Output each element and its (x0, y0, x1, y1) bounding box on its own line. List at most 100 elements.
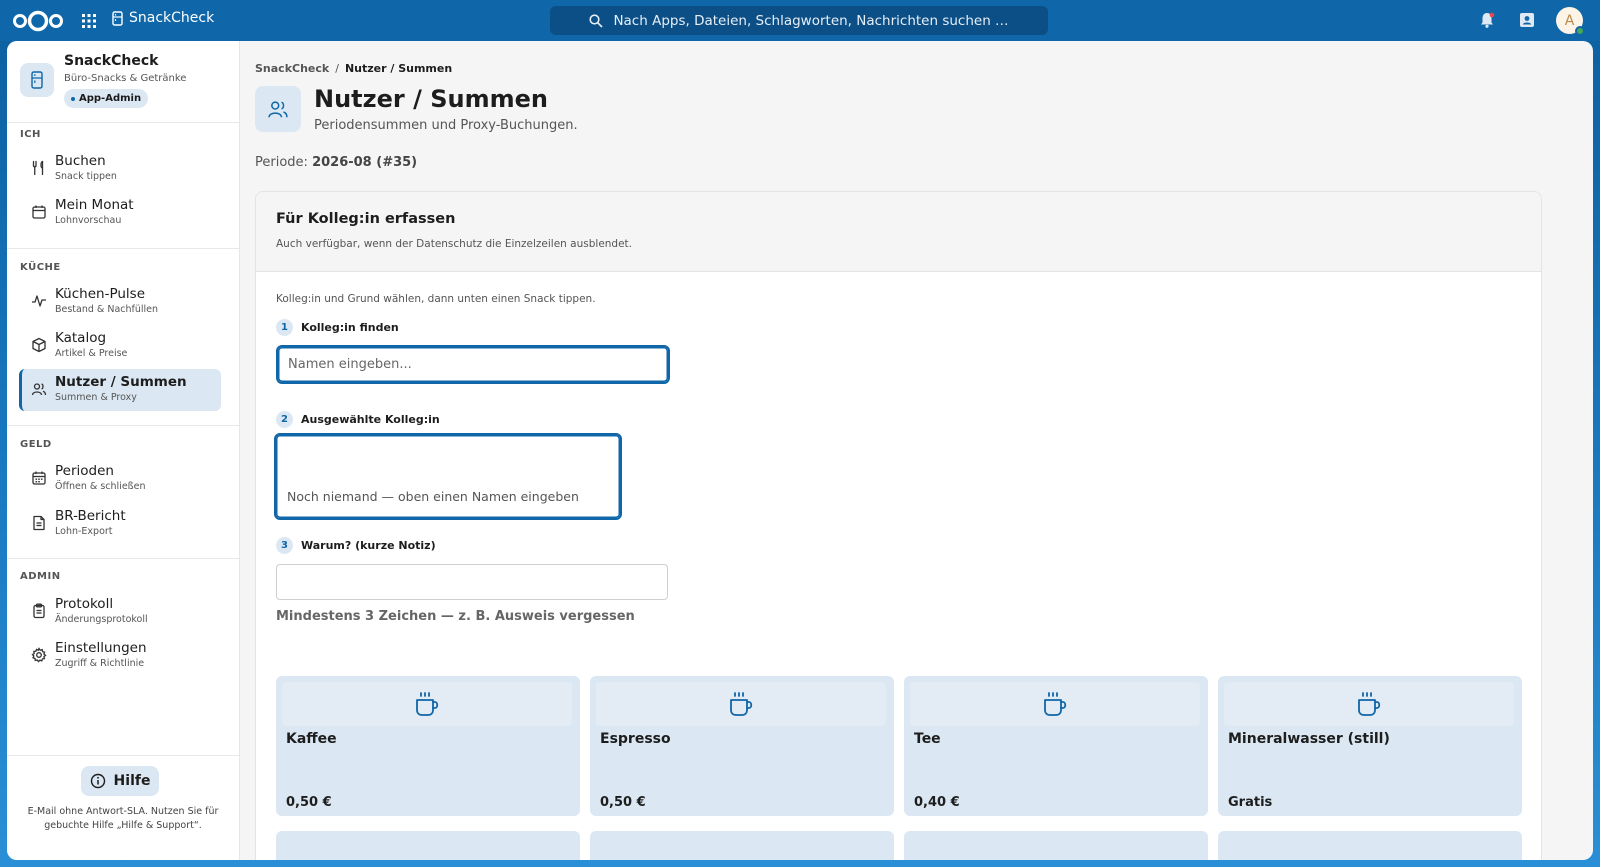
app-switcher[interactable]: SnackCheck (112, 10, 214, 26)
period-info: Periode: 2026-08 (#35) (255, 155, 417, 170)
help-button[interactable]: Hilfe (81, 766, 159, 796)
role-badge-label: App-Admin (79, 93, 142, 104)
product-tile-espresso[interactable]: Espresso 0,50 € (590, 676, 894, 816)
fridge-icon (112, 10, 123, 26)
sidebar-item-sublabel: Änderungsprotokoll (55, 614, 148, 625)
product-name: Espresso (600, 731, 671, 747)
sidebar-item-label: Buchen (55, 153, 106, 169)
help-note: E-Mail ohne Antwort-SLA. Nutzen Sie für … (27, 806, 219, 831)
help-button-label: Hilfe (113, 773, 151, 789)
step-number: 3 (276, 537, 293, 554)
fork-knife-icon (32, 160, 44, 176)
breadcrumb: SnackCheck / Nutzer / Summen (255, 62, 453, 75)
product-tile-kaffee[interactable]: Kaffee 0,50 € (276, 676, 580, 816)
product-price: Gratis (1228, 795, 1273, 810)
nextcloud-logo[interactable] (12, 9, 64, 33)
card-intro: Kolleg:in und Grund wählen, dann unten e… (276, 293, 596, 305)
global-search[interactable]: Nach Apps, Dateien, Schlagworten, Nachri… (550, 6, 1048, 35)
fridge-icon (31, 71, 43, 89)
bell-icon[interactable] (1478, 11, 1496, 29)
card-header: Für Kolleg:in erfassen Auch verfügbar, w… (256, 192, 1541, 272)
apps-grid-icon[interactable] (81, 13, 97, 29)
step-label: Kolleg:in finden (301, 321, 399, 334)
sidebar-item-katalog[interactable]: Katalog Artikel & Preise (19, 325, 221, 367)
sidebar-item-einstellungen[interactable]: Einstellungen Zugriff & Richtlinie (19, 635, 221, 677)
page-icon (255, 86, 301, 132)
note-hint: Mindestens 3 Zeichen — z. B. Ausweis ver… (276, 609, 635, 624)
contacts-icon[interactable] (1518, 11, 1536, 29)
colleague-search-input[interactable]: Namen eingeben... (276, 345, 670, 384)
period-value: 2026-08 (#35) (312, 155, 418, 170)
step-number: 2 (276, 411, 293, 428)
product-tile-tee[interactable]: Tee 0,40 € (904, 676, 1208, 816)
breadcrumb-current: Nutzer / Summen (344, 62, 453, 75)
step-selected-colleague: 2 Ausgewählte Kolleg:in (276, 411, 440, 428)
avatar-initial: A (1564, 12, 1575, 29)
product-tile-mineralwasser[interactable]: Mineralwasser (still) Gratis (1218, 676, 1522, 816)
calendar-icon (32, 205, 46, 219)
step-number: 1 (276, 319, 293, 336)
cup-icon (1358, 692, 1381, 716)
sidebar-item-label: Nutzer / Summen (55, 374, 187, 390)
product-price: 0,40 € (914, 795, 960, 810)
page-subtitle: Periodensummen und Proxy-Buchungen. (314, 118, 578, 133)
sidebar-item-label: BR-Bericht (55, 508, 126, 524)
top-bar: SnackCheck Nach Apps, Dateien, Schlagwor… (0, 0, 1600, 41)
product-name: Tee (914, 731, 941, 747)
search-icon (589, 13, 604, 28)
box-icon (32, 337, 46, 353)
product-tile[interactable] (276, 831, 580, 860)
sidebar-item-label: Küchen-Pulse (55, 286, 145, 302)
sidebar-item-sublabel: Artikel & Preise (55, 348, 128, 359)
product-price: 0,50 € (600, 795, 646, 810)
sidebar-item-mein-monat[interactable]: Mein Monat Lohnvorschau (19, 192, 221, 234)
breadcrumb-root[interactable]: SnackCheck (255, 62, 329, 75)
cup-icon (730, 692, 753, 716)
user-avatar[interactable]: A (1556, 7, 1585, 36)
app-frame: SnackCheck Büro-Snacks & Getränke App-Ad… (7, 41, 1593, 860)
sidebar-item-label: Katalog (55, 330, 107, 346)
sidebar-item-protokoll[interactable]: Protokoll Änderungsprotokoll (19, 591, 221, 633)
brand-icon (20, 63, 54, 97)
pulse-icon (32, 295, 46, 307)
sidebar-item-buchen[interactable]: Buchen Snack tippen (19, 148, 221, 190)
sidebar-item-label: Perioden (55, 463, 114, 479)
sidebar-item-sublabel: Lohn-Export (55, 526, 113, 537)
selected-colleague-empty: Noch niemand — oben einen Namen eingeben (287, 489, 579, 504)
reason-note-input[interactable] (276, 564, 668, 600)
section-label-kueche: KÜCHE (20, 262, 61, 273)
product-tile[interactable] (1218, 831, 1522, 860)
step-label: Warum? (kurze Notiz) (301, 539, 436, 552)
search-placeholder: Nach Apps, Dateien, Schlagworten, Nachri… (613, 12, 1009, 29)
gear-icon (31, 647, 47, 663)
users-icon (268, 101, 288, 118)
sidebar-item-sublabel: Bestand & Nachfüllen (55, 304, 159, 315)
online-status-dot (1575, 26, 1585, 36)
sidebar-item-sublabel: Summen & Proxy (55, 392, 137, 403)
cup-icon (416, 692, 439, 716)
sidebar-item-sublabel: Öffnen & schließen (55, 481, 146, 492)
section-label-ich: ICH (20, 129, 41, 140)
calendar-grid-icon (32, 471, 46, 485)
sidebar-item-sublabel: Snack tippen (55, 171, 117, 182)
sidebar-item-nutzer-summen[interactable]: Nutzer / Summen Summen & Proxy (19, 369, 221, 411)
product-tile[interactable] (590, 831, 894, 860)
sidebar-item-sublabel: Zugriff & Richtlinie (55, 658, 145, 669)
proxy-booking-card: Für Kolleg:in erfassen Auch verfügbar, w… (255, 191, 1542, 860)
sidebar-item-perioden[interactable]: Perioden Öffnen & schließen (19, 458, 221, 500)
sidebar-item-br-bericht[interactable]: BR-Bericht Lohn-Export (19, 503, 221, 545)
section-label-geld: GELD (20, 439, 52, 450)
section-label-admin: ADMIN (20, 571, 61, 582)
product-tile[interactable] (904, 831, 1208, 860)
brand-subtitle: Büro-Snacks & Getränke (64, 73, 187, 84)
step-note: 3 Warum? (kurze Notiz) (276, 537, 436, 554)
card-title: Für Kolleg:in erfassen (276, 211, 456, 227)
sidebar-item-kuechen-pulse[interactable]: Küchen-Pulse Bestand & Nachfüllen (19, 281, 221, 323)
page-title: Nutzer / Summen (314, 85, 548, 113)
product-name: Kaffee (286, 731, 337, 747)
sidebar-item-label: Einstellungen (55, 640, 147, 656)
selected-colleague-list[interactable]: Noch niemand — oben einen Namen eingeben (274, 433, 622, 520)
colleague-search-placeholder: Namen eingeben... (288, 357, 412, 372)
product-name: Mineralwasser (still) (1228, 731, 1390, 747)
app-name: SnackCheck (129, 10, 215, 26)
